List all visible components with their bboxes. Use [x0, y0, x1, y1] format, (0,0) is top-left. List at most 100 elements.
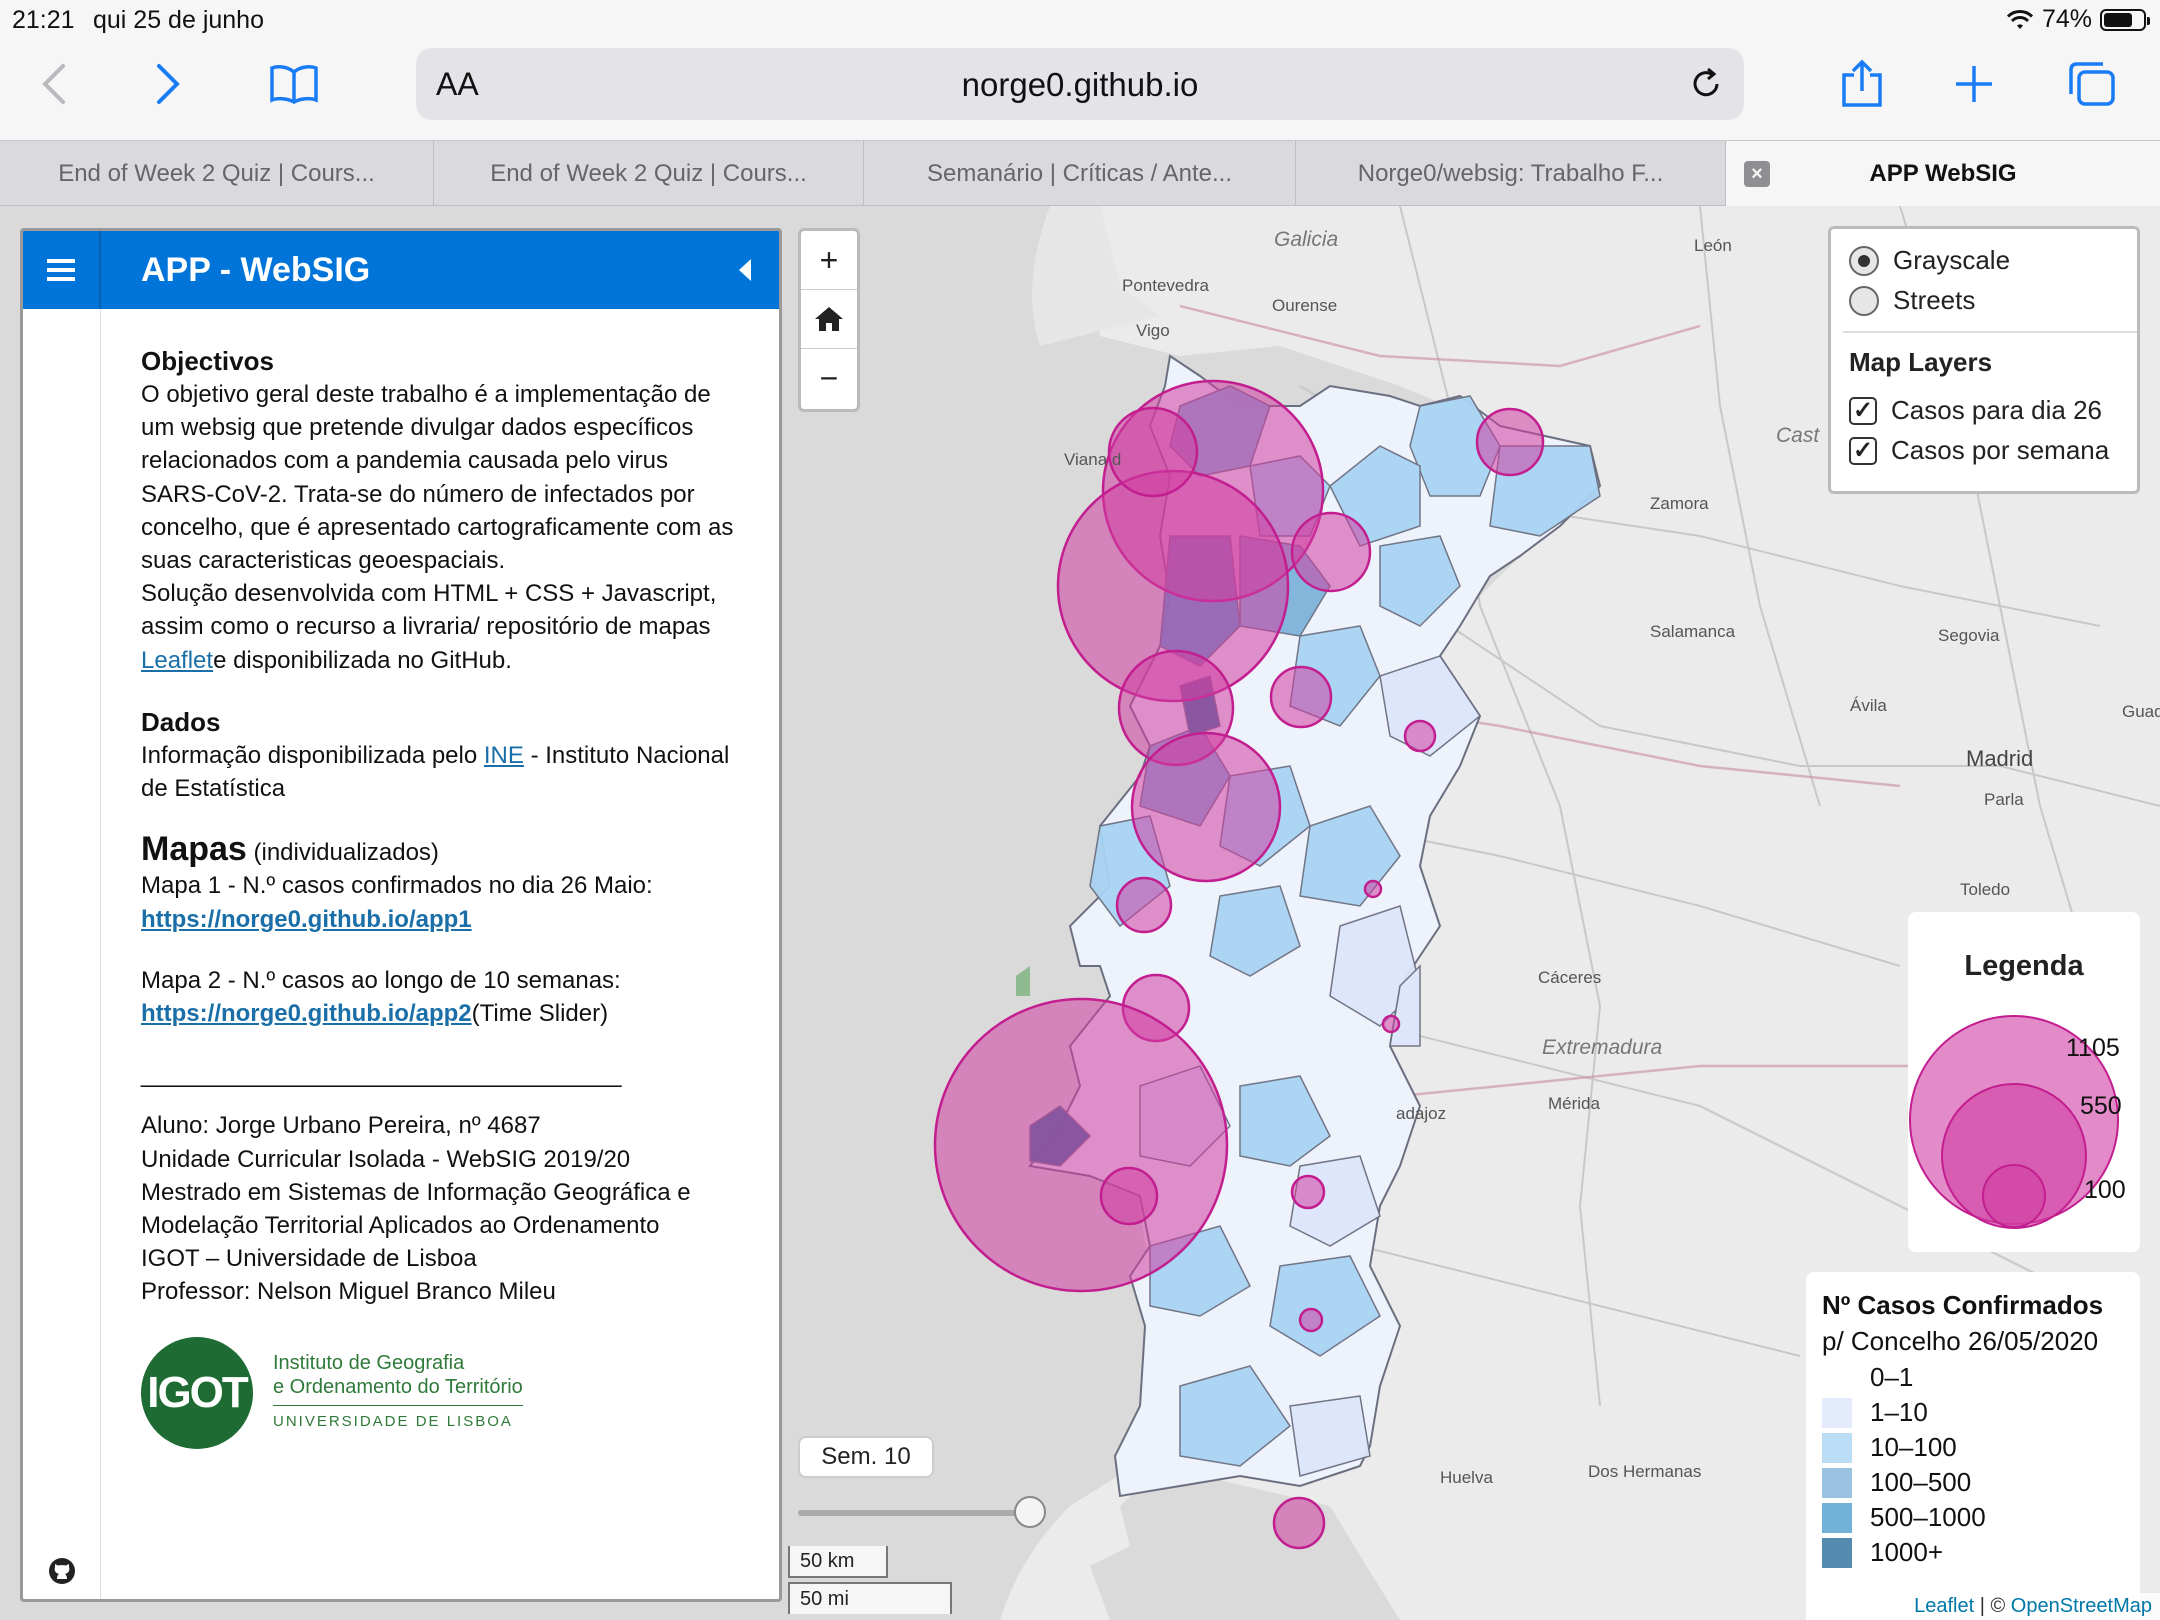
checkbox-checked-icon[interactable]: ✓ — [1849, 396, 1877, 425]
sidebar-title: APP - WebSIG — [141, 251, 371, 289]
place-label: Vigo — [1136, 321, 1170, 340]
status-bar: 21:21 qui 25 de junho 74% — [0, 0, 2160, 40]
choropleth-class: 10–100 — [1822, 1432, 1957, 1463]
mapas-title: Mapas — [141, 830, 247, 869]
tab-label: APP WebSIG — [1869, 160, 2017, 187]
logo-line: UNIVERSIDADE DE LISBOA — [273, 1405, 523, 1434]
place-label: Parla — [1984, 790, 2024, 809]
mapa1-link[interactable]: https://norge0.github.io/app1 — [141, 906, 472, 933]
tabs-overview-button[interactable] — [2062, 54, 2122, 114]
place-label: Ourense — [1272, 296, 1338, 315]
basemap-streets[interactable]: Streets — [1849, 285, 1975, 316]
class-label: 500–1000 — [1870, 1502, 1986, 1532]
class-label: 1000+ — [1870, 1537, 1944, 1567]
layer-divider — [1843, 331, 2137, 333]
time-slider-label: Sem. 10 — [798, 1436, 934, 1478]
legend-value: 100 — [2084, 1176, 2126, 1204]
place-label: Extremadura — [1542, 1036, 1663, 1059]
mapa2-post: (Time Slider) — [471, 1000, 609, 1028]
sidebar-menu-button[interactable] — [23, 231, 101, 309]
ine-link[interactable]: INE — [484, 742, 524, 769]
radio-icon[interactable] — [1849, 285, 1879, 316]
collapse-sidebar-icon[interactable] — [739, 259, 751, 281]
map-container[interactable]: Galicia Pontevedra Ourense León Vigo Via… — [0, 206, 2160, 1620]
zoom-control: + − — [798, 228, 860, 412]
legend-value: 550 — [2080, 1092, 2122, 1120]
address-bar[interactable]: AA norge0.github.io — [416, 48, 1744, 120]
zoom-out-button[interactable]: − — [801, 349, 857, 408]
status-time: 21:21 — [12, 6, 75, 34]
basemap-grayscale[interactable]: Grayscale — [1849, 245, 2010, 276]
dados-heading: Dados — [141, 706, 221, 737]
scale-mi: 50 mi — [788, 1582, 952, 1614]
logo-line: Instituto de Geografia — [273, 1352, 465, 1375]
tab-github[interactable]: Norge0/websig: Trabalho F... — [1296, 141, 1726, 207]
class-label: 1–10 — [1870, 1397, 1928, 1427]
back-icon — [42, 64, 65, 104]
close-tab-icon[interactable]: × — [1744, 161, 1770, 187]
solucao-post: e disponibilizada no GitHub. — [213, 646, 512, 674]
tab-label: End of Week 2 Quiz | Cours... — [58, 160, 375, 187]
status-date: qui 25 de junho — [93, 6, 264, 34]
forward-button[interactable] — [138, 54, 198, 114]
basemap-label: Streets — [1893, 285, 1976, 315]
color-swatch — [1822, 1467, 1852, 1498]
radio-selected-icon[interactable] — [1849, 245, 1879, 276]
place-label: Viana d — [1064, 450, 1122, 469]
scale-km: 50 km — [788, 1546, 888, 1578]
place-label: Mérida — [1548, 1094, 1600, 1113]
layer-label: Casos por semana — [1891, 435, 2110, 465]
reload-icon[interactable] — [1686, 64, 1726, 104]
bookmarks-icon — [270, 65, 318, 104]
tab-semanario[interactable]: Semanário | Críticas / Ante... — [864, 141, 1296, 207]
forward-icon — [157, 64, 180, 104]
credit-line: Unidade Curricular Isolada - WebSIG 2019… — [141, 1145, 631, 1173]
place-label: Madrid — [1966, 746, 2034, 771]
back-button[interactable] — [24, 54, 84, 114]
dados-text: Informação disponibilizada pelo INE - In… — [141, 739, 741, 805]
status-right: 74% — [2006, 5, 2150, 34]
igot-logo-text: Instituto de Geografia e Ordenamento do … — [273, 1351, 523, 1434]
hamburger-icon — [47, 259, 75, 281]
battery-icon — [2100, 8, 2150, 31]
solucao-pre: Solução desenvolvida com HTML + CSS + Ja… — [141, 580, 717, 641]
place-label: adajoz — [1396, 1104, 1447, 1123]
mapa2-text: Mapa 2 - N.º casos ao longo de 10 semana… — [141, 966, 621, 994]
place-label: Segovia — [1938, 626, 2000, 645]
tab-app-websig[interactable]: × APP WebSIG — [1726, 141, 2160, 207]
symbol-legend: Legenda 1105 550 100 — [1908, 912, 2140, 1252]
layer-casos-por-semana[interactable]: ✓ Casos por semana — [1849, 435, 2109, 466]
choropleth-class: 1000+ — [1822, 1537, 1943, 1568]
tab-quiz-2[interactable]: End of Week 2 Quiz | Cours... — [434, 141, 864, 207]
choropleth-title: Nº Casos Confirmados — [1822, 1290, 2104, 1320]
tab-quiz-1[interactable]: End of Week 2 Quiz | Cours... — [0, 141, 434, 207]
time-slider-handle[interactable] — [1014, 1496, 1046, 1528]
place-label: Zamora — [1650, 494, 1709, 513]
tab-label: Semanário | Críticas / Ante... — [926, 160, 1233, 187]
mapa1-text: Mapa 1 - N.º casos confirmados no dia 26… — [141, 872, 653, 900]
layer-casos-dia-26[interactable]: ✓ Casos para dia 26 — [1849, 395, 2102, 426]
home-button[interactable] — [801, 290, 857, 349]
bookmarks-button[interactable] — [264, 54, 324, 114]
leaflet-attribution-link[interactable]: Leaflet — [1914, 1595, 1974, 1617]
class-label: 0–1 — [1870, 1362, 1914, 1392]
choropleth-subtitle: p/ Concelho 26/05/2020 — [1822, 1326, 2099, 1356]
zoom-in-button[interactable]: + — [801, 231, 857, 290]
github-icon[interactable] — [48, 1557, 76, 1585]
url-text[interactable]: norge0.github.io — [416, 66, 1744, 104]
choropleth-class: 0–1 — [1822, 1362, 1913, 1393]
tab-label: Norge0/websig: Trabalho F... — [1357, 160, 1664, 187]
new-tab-button[interactable] — [1944, 54, 2004, 114]
sidebar: APP - WebSIG Objectivos O objetivo geral… — [20, 228, 782, 1602]
layers-heading: Map Layers — [1849, 347, 1993, 377]
time-slider-track[interactable] — [798, 1510, 1034, 1516]
leaflet-link[interactable]: Leaflet — [141, 647, 213, 674]
map-attribution: Leaflet | © OpenStreetMap — [1906, 1593, 2160, 1620]
color-swatch — [1822, 1432, 1852, 1463]
solucao-text: Solução desenvolvida com HTML + CSS + Ja… — [141, 577, 741, 677]
share-button[interactable] — [1832, 54, 1892, 114]
osm-attribution-link[interactable]: OpenStreetMap — [2011, 1595, 2152, 1617]
mapa2-link[interactable]: https://norge0.github.io/app2 — [141, 1000, 472, 1027]
choropleth-class: 1–10 — [1822, 1397, 1928, 1428]
checkbox-checked-icon[interactable]: ✓ — [1849, 436, 1877, 465]
